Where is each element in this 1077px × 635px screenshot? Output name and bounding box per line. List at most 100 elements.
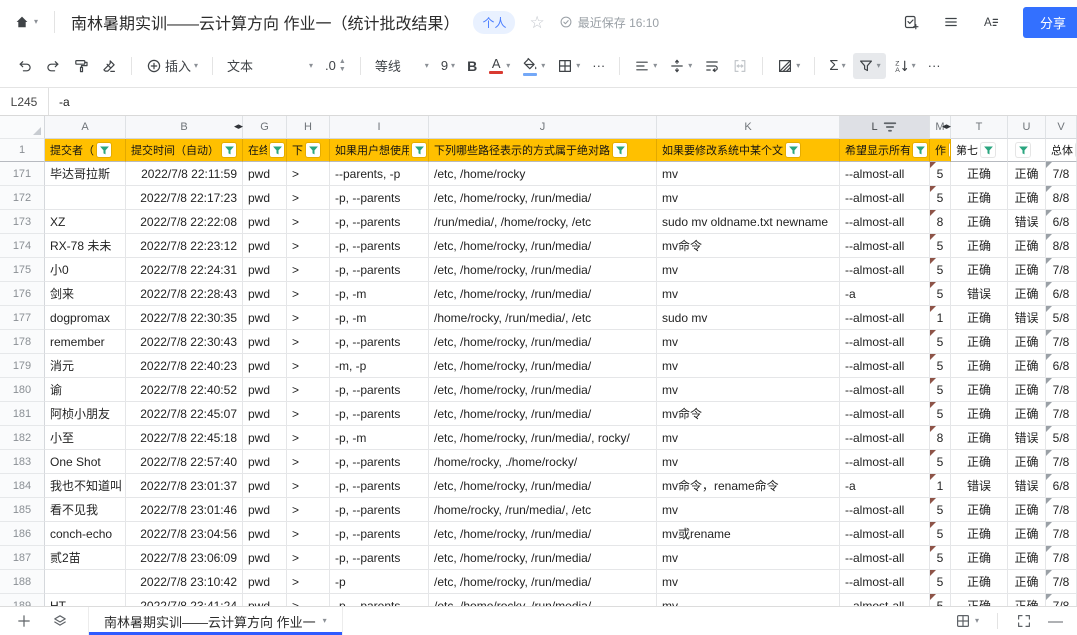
cell-G-184[interactable]: pwd [243,474,287,498]
cell-H-178[interactable]: > [287,330,330,354]
cell-G-175[interactable]: pwd [243,258,287,282]
filter-funnel-icon[interactable] [613,143,627,157]
checklist-add-icon[interactable] [903,14,919,30]
cell-L-181[interactable]: --almost-all [840,402,930,426]
header-cell-V-1[interactable]: 总体 [1046,139,1077,162]
font-color-button[interactable]: A▾ [484,52,515,79]
cell-H-189[interactable]: > [287,594,330,606]
cell-J-177[interactable]: /home/rocky, /run/media/, /etc [429,306,657,330]
cell-T-178[interactable]: 正确 [951,330,1008,354]
cell-H-173[interactable]: > [287,210,330,234]
fullscreen-icon[interactable] [1016,613,1032,629]
cell-J-180[interactable]: /etc, /home/rocky, /run/media/ [429,378,657,402]
cell-A-178[interactable]: remember [45,330,126,354]
cell-L-180[interactable]: --almost-all [840,378,930,402]
cell-I-183[interactable]: -p, --parents [330,450,429,474]
cell-I-179[interactable]: -m, -p [330,354,429,378]
cell-A-181[interactable]: 阿桢小朋友 [45,402,126,426]
cell-V-188[interactable]: 7/8 [1046,570,1077,594]
row-header-185[interactable]: 185 [0,498,45,522]
cell-V-180[interactable]: 7/8 [1046,378,1077,402]
header-cell-H-1[interactable]: 下 [287,139,330,162]
cell-V-187[interactable]: 7/8 [1046,546,1077,570]
cell-T-176[interactable]: 错误 [951,282,1008,306]
row-header-178[interactable]: 178 [0,330,45,354]
cell-I-171[interactable]: --parents, -p [330,162,429,186]
redo-button[interactable] [40,53,66,79]
column-header-G[interactable]: G [243,116,287,139]
cell-M-182[interactable]: 8 [930,426,951,450]
row-header-173[interactable]: 173 [0,210,45,234]
cell-U-182[interactable]: 错误 [1008,426,1046,450]
add-sheet-button[interactable] [16,613,32,629]
cell-V-179[interactable]: 6/8 [1046,354,1077,378]
cell-reference-box[interactable]: L245 [0,88,49,115]
header-cell-L-1[interactable]: 希望显示所有以.符 [840,139,930,162]
cell-M-173[interactable]: 8 [930,210,951,234]
cell-U-173[interactable]: 错误 [1008,210,1046,234]
row-header-1[interactable]: 1 [0,139,45,162]
cell-K-180[interactable]: mv [657,378,840,402]
share-button[interactable]: 分享 [1023,7,1077,38]
cell-G-189[interactable]: pwd [243,594,287,606]
cell-T-172[interactable]: 正确 [951,186,1008,210]
cell-K-184[interactable]: mv命令，rename命令 [657,474,840,498]
sort-button[interactable]: ZA▾ [888,53,921,79]
cell-G-180[interactable]: pwd [243,378,287,402]
cell-A-177[interactable]: dogpromax [45,306,126,330]
cell-J-179[interactable]: /etc, /home/rocky, /run/media/ [429,354,657,378]
cell-L-185[interactable]: --almost-all [840,498,930,522]
number-format-button[interactable]: 文本▾ [222,51,318,80]
cell-M-175[interactable]: 5 [930,258,951,282]
cell-B-184[interactable]: 2022/7/8 23:01:37 [126,474,243,498]
filter-funnel-icon[interactable] [1016,143,1030,157]
cell-A-173[interactable]: XZ [45,210,126,234]
cell-K-189[interactable]: mv [657,594,840,606]
cell-A-187[interactable]: 贰2苗 [45,546,126,570]
filter-funnel-icon[interactable] [786,143,800,157]
cell-U-183[interactable]: 正确 [1008,450,1046,474]
cell-A-184[interactable]: 我也不知道叫 [45,474,126,498]
cell-L-177[interactable]: --almost-all [840,306,930,330]
cell-B-179[interactable]: 2022/7/8 22:40:23 [126,354,243,378]
cell-H-184[interactable]: > [287,474,330,498]
header-cell-M-1[interactable]: 作 [930,139,951,162]
cell-A-176[interactable]: 剑来 [45,282,126,306]
menu-icon[interactable] [943,14,959,30]
cell-H-187[interactable]: > [287,546,330,570]
column-filter-icon[interactable] [882,119,898,135]
format-panel-icon[interactable]: A [983,14,999,30]
row-header-186[interactable]: 186 [0,522,45,546]
cell-U-174[interactable]: 正确 [1008,234,1046,258]
cell-I-176[interactable]: -p, -m [330,282,429,306]
cell-L-189[interactable]: --almost-all [840,594,930,606]
filter-funnel-icon[interactable] [306,143,320,157]
cell-J-174[interactable]: /etc, /home/rocky, /run/media/ [429,234,657,258]
cell-L-184[interactable]: -a [840,474,930,498]
cell-U-185[interactable]: 正确 [1008,498,1046,522]
cell-U-178[interactable]: 正确 [1008,330,1046,354]
filter-funnel-icon[interactable] [913,143,927,157]
cell-L-172[interactable]: --almost-all [840,186,930,210]
header-cell-U-1[interactable] [1008,139,1046,162]
cell-U-189[interactable]: 正确 [1008,594,1046,606]
cell-B-186[interactable]: 2022/7/8 23:04:56 [126,522,243,546]
cell-V-182[interactable]: 5/8 [1046,426,1077,450]
cell-I-182[interactable]: -p, -m [330,426,429,450]
cell-G-171[interactable]: pwd [243,162,287,186]
cell-J-175[interactable]: /etc, /home/rocky, /run/media/ [429,258,657,282]
column-header-K[interactable]: K [657,116,840,139]
cell-I-175[interactable]: -p, --parents [330,258,429,282]
row-header-177[interactable]: 177 [0,306,45,330]
cell-A-186[interactable]: conch-echo [45,522,126,546]
cell-T-171[interactable]: 正确 [951,162,1008,186]
cell-L-171[interactable]: --almost-all [840,162,930,186]
select-all-corner[interactable] [0,116,45,139]
vertical-align-button[interactable]: ▾ [664,53,697,79]
cell-B-173[interactable]: 2022/7/8 22:22:08 [126,210,243,234]
row-header-184[interactable]: 184 [0,474,45,498]
column-header-J[interactable]: J [429,116,657,139]
row-header-187[interactable]: 187 [0,546,45,570]
column-header-L[interactable]: L [840,116,930,139]
column-header-T[interactable]: T [951,116,1008,139]
